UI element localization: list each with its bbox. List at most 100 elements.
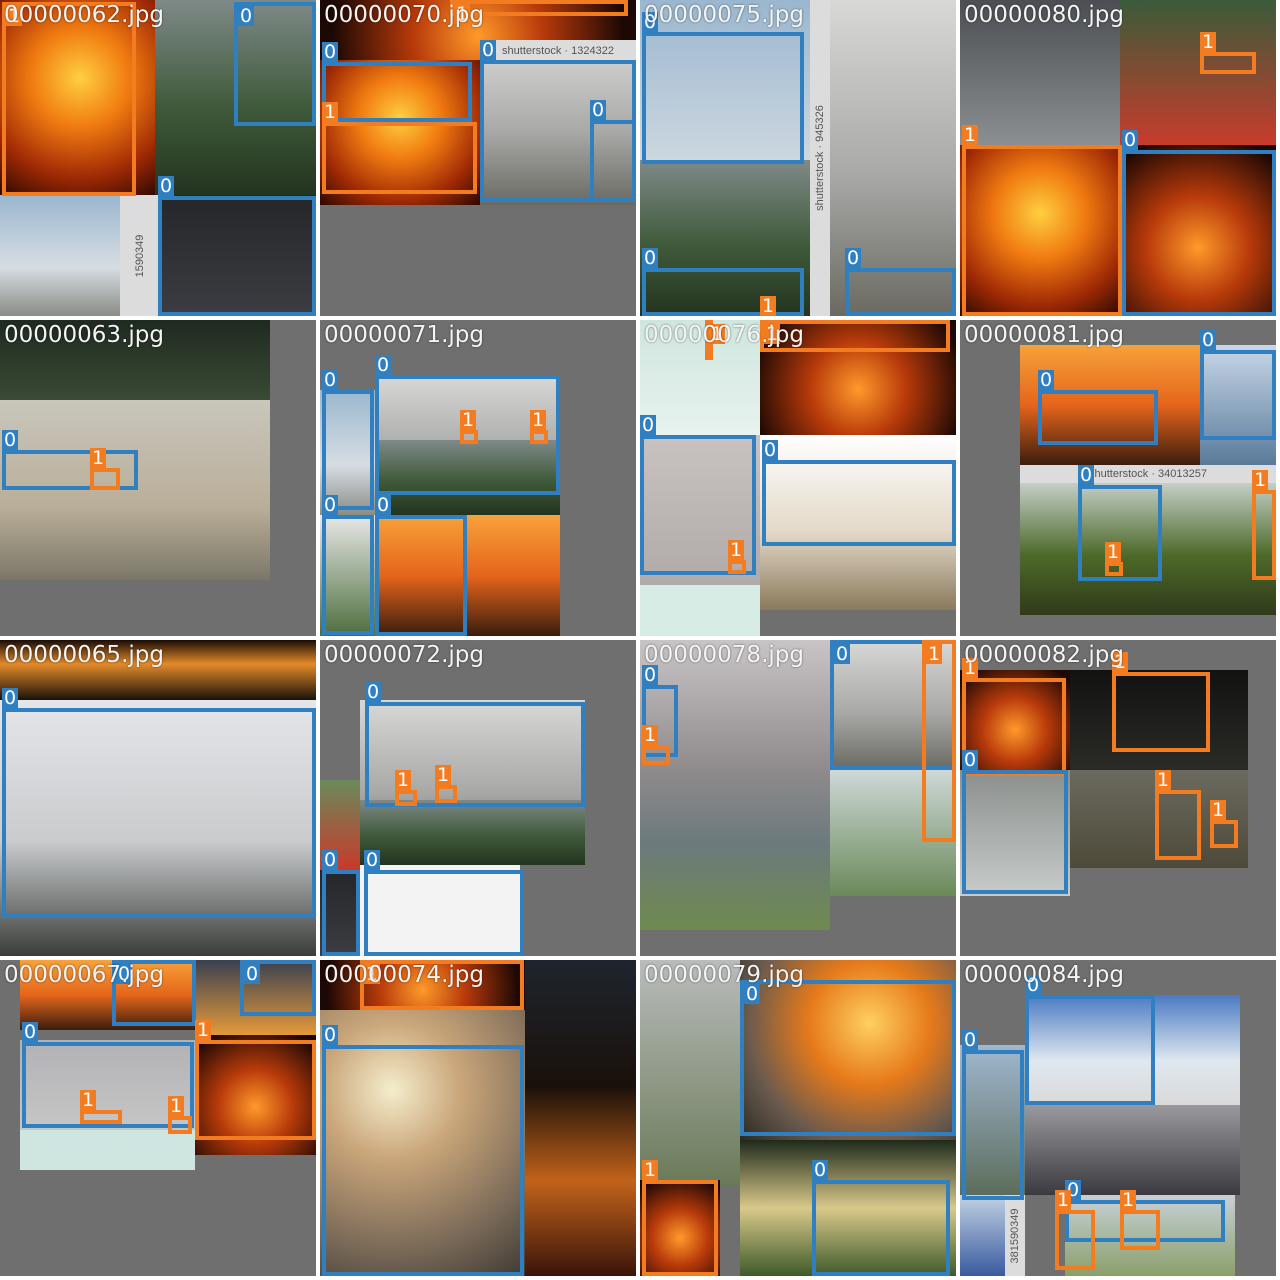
smoke-bounding-box: 0 (234, 2, 316, 126)
smoke-bounding-box: 0 (642, 12, 804, 164)
fire-bounding-box: 1 (642, 1160, 718, 1276)
tile-filename: 00000084.jpg (964, 962, 1124, 988)
tile-filename: 00000078.jpg (644, 642, 804, 668)
fire-bounding-box: 1 (530, 410, 548, 444)
class-label: 1 (760, 295, 777, 316)
class-label: 0 (1078, 464, 1095, 486)
smoke-bounding-box: 0 (812, 1160, 950, 1276)
tile-filename: 00000082.jpg (964, 642, 1124, 668)
mosaic-tile: shutterstock · 945326 0 0 0 1 00000075.jpg (640, 0, 956, 316)
smoke-bounding-box: 0 (845, 248, 956, 316)
class-label: 1 (395, 769, 412, 791)
photo-patch (1025, 1105, 1240, 1195)
class-label: 0 (590, 99, 607, 121)
smoke-bounding-box: 0 (375, 495, 467, 636)
mosaic-tile: 0 1 00000063.jpg (0, 320, 316, 636)
mosaic-tile: 381590349 0 0 0 1 1 00000084.jpg (960, 960, 1276, 1276)
tile-filename: 00000074.jpg (324, 962, 484, 988)
mosaic-tile: 0 00000065.jpg (0, 640, 316, 956)
smoke-bounding-box: 0 (322, 370, 374, 510)
fire-bounding-box: 1 (962, 125, 1122, 316)
class-label: 1 (1210, 799, 1227, 821)
class-label: 0 (812, 1159, 829, 1181)
class-label: 0 (640, 414, 657, 436)
smoke-bounding-box: 0 (1122, 130, 1276, 316)
class-label: 0 (364, 849, 381, 871)
class-label: 1 (90, 447, 107, 469)
mosaic-tile: 0 0 0 1 1 1 00000067.jpg (0, 960, 316, 1276)
class-label: 0 (322, 849, 339, 871)
fire-bounding-box: 1 (80, 1090, 122, 1124)
mosaic-grid: 1590349 1 0 0 00000062.jpg shutterstock · 132… (0, 0, 1280, 1280)
fire-bounding-box: 1 (1155, 770, 1201, 860)
mosaic-tile: shutterstock · 34013257 0 0 0 1 1 00000081.jpg (960, 320, 1276, 636)
smoke-bounding-box: 0 (322, 850, 360, 956)
photo-patch (525, 960, 636, 1276)
class-label: 1 (1252, 469, 1269, 491)
watermark-text: shutterstock · 1324322 (480, 40, 636, 62)
fire-bounding-box: 1 (728, 540, 746, 574)
class-label: 0 (1200, 329, 1217, 351)
mosaic-tile: 1 1 0 1 0 00000076.jpg (640, 320, 956, 636)
class-label: 1 (435, 764, 452, 786)
mosaic-tile: 0 1 0 00000079.jpg (640, 960, 956, 1276)
class-label: 1 (1200, 31, 1217, 53)
class-label: 0 (238, 5, 255, 27)
smoke-bounding-box: 0 (322, 495, 374, 635)
smoke-bounding-box: 0 (642, 248, 804, 316)
tile-filename: 00000076.jpg (644, 322, 804, 348)
fire-bounding-box: 1 (2, 2, 136, 196)
class-label: 1 (962, 124, 979, 146)
class-label: 0 (1122, 129, 1139, 151)
class-label: 0 (834, 643, 851, 665)
tile-filename: 00000081.jpg (964, 322, 1124, 348)
mosaic-tile: 0 1 1 0 0 00000072.jpg (320, 640, 636, 956)
class-label: 0 (845, 247, 862, 269)
class-label: 0 (2, 429, 19, 451)
photo-patch (640, 640, 830, 930)
class-label: 0 (158, 175, 175, 197)
photo-patch (20, 1130, 195, 1170)
watermark-text: 1590349 (120, 195, 160, 316)
mosaic-tile: 0 0 1 1 0 0 00000071.jpg (320, 320, 636, 636)
class-label: 0 (375, 494, 392, 516)
class-label: 0 (962, 1029, 979, 1051)
class-label: 1 (460, 409, 477, 431)
smoke-bounding-box: 0 (1038, 370, 1158, 445)
tile-filename: 00000062.jpg (4, 2, 164, 28)
tile-filename: 00000079.jpg (644, 962, 804, 988)
photo-patch (360, 800, 585, 865)
watermark-text: 381590349 (1005, 1195, 1025, 1276)
smoke-bounding-box: 0 (322, 42, 472, 122)
class-label: 0 (480, 39, 497, 61)
fire-bounding-box: 1 (168, 1096, 192, 1134)
class-label: 1 (1155, 769, 1172, 791)
class-label: 1 (195, 1019, 212, 1041)
smoke-bounding-box: 0 (962, 1030, 1024, 1200)
class-label: 1 (80, 1089, 97, 1111)
smoke-bounding-box: 0 (962, 750, 1068, 894)
photo-patch (640, 960, 740, 1185)
fire-bounding-box: 1 (1112, 652, 1210, 752)
class-label: 1 (1105, 541, 1122, 563)
fire-bounding-box: 1 (922, 640, 956, 842)
smoke-bounding-box: 0 (1025, 975, 1155, 1105)
class-label: 0 (375, 354, 392, 376)
tile-filename: 00000080.jpg (964, 2, 1124, 28)
class-label: 0 (322, 1024, 339, 1046)
class-label: 0 (322, 41, 339, 63)
smoke-bounding-box: 0 (240, 960, 316, 1016)
mosaic-tile: 1 1 0 1 1 00000082.jpg (960, 640, 1276, 956)
watermark-text: shutterstock · 34013257 (1020, 465, 1276, 483)
smoke-bounding-box: 0 (322, 1025, 524, 1276)
fire-bounding-box: 1 (195, 1020, 316, 1140)
smoke-bounding-box: 0 (740, 980, 956, 1136)
smoke-bounding-box: 0 (158, 176, 316, 316)
class-label: 1 (322, 101, 339, 123)
class-label: 1 (728, 539, 745, 561)
class-label: 0 (762, 439, 779, 461)
fire-bounding-box: 1 (642, 725, 670, 765)
smoke-bounding-box: 0 (364, 850, 524, 956)
watermark-text: shutterstock · 945326 (810, 0, 830, 316)
fire-bounding-box: 1 (322, 102, 477, 194)
